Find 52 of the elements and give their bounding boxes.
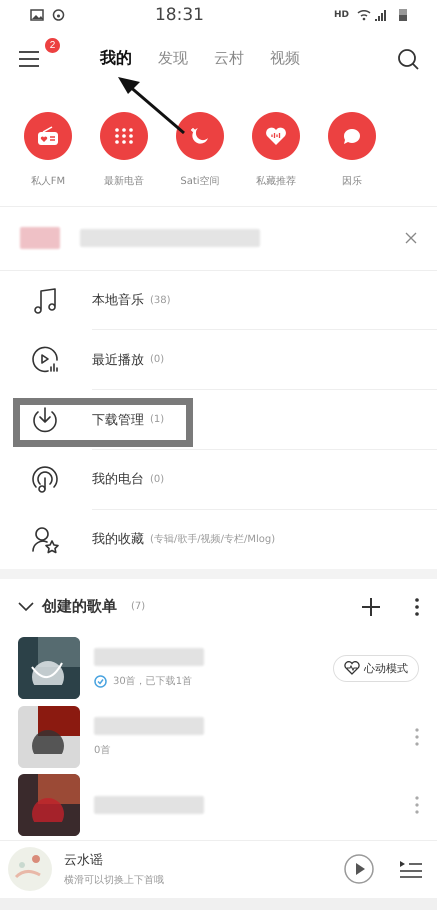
- menu-item-count: (38): [150, 294, 171, 306]
- blurred-image: [20, 227, 60, 250]
- radio-icon: [37, 126, 59, 146]
- menu-item-label[interactable]: 下载管理: [92, 410, 144, 429]
- shortcut-button[interactable]: [100, 112, 148, 160]
- shortcut-label: Sati空间: [180, 174, 220, 188]
- podcast-icon: [30, 464, 60, 495]
- annotation-arrow: [116, 75, 186, 135]
- nav-tab[interactable]: 发现: [158, 48, 188, 70]
- shortcut-label: 私人FM: [30, 175, 66, 188]
- menu-item-label[interactable]: 最近播放: [92, 350, 144, 369]
- menu-item-label[interactable]: 本地音乐: [92, 291, 144, 310]
- shortcut-button[interactable]: [24, 112, 72, 160]
- chevron-icon[interactable]: [18, 602, 34, 612]
- heartbeat-mode-button[interactable]: 心动模式: [333, 654, 419, 682]
- nav-tab[interactable]: 云村: [214, 48, 244, 70]
- notification-badge: 2: [45, 38, 60, 53]
- battery-icon: [399, 8, 407, 22]
- nav-tab[interactable]: 我的: [100, 48, 132, 70]
- app-logo-icon: [52, 8, 65, 22]
- shortcut-label: 最新电音: [104, 174, 144, 188]
- network-label: HD: [334, 10, 349, 20]
- more-icon[interactable]: [415, 598, 419, 616]
- playlist-icon[interactable]: [399, 859, 423, 880]
- menu-item-count: (0): [150, 354, 164, 366]
- menu-item-count: (0): [150, 474, 164, 485]
- menu-item-count: (专辑/歌手/视频/专栏/Mlog): [150, 532, 276, 546]
- shortcut-label: 因乐: [342, 174, 362, 188]
- add-icon[interactable]: [361, 596, 381, 617]
- shortcut-button[interactable]: [176, 112, 224, 160]
- song-title: 云水谣: [64, 852, 104, 870]
- section-count: (7): [131, 601, 146, 612]
- shortcut-button[interactable]: [252, 112, 300, 160]
- person-star-icon: [30, 524, 60, 554]
- play-button[interactable]: [343, 853, 375, 886]
- shortcut-label: 私藏推荐: [256, 174, 296, 188]
- section-title: 创建的歌单: [42, 597, 117, 616]
- song-hint: 横滑可以切换上下首哦: [64, 874, 165, 888]
- playlist-subtitle: 0首: [94, 744, 112, 757]
- shortcut-button[interactable]: [328, 112, 376, 160]
- playlist-subtitle: 30首，已下载1首: [94, 674, 319, 688]
- search-icon[interactable]: [397, 48, 419, 70]
- heartbeat-icon: [344, 661, 360, 676]
- heart-icon: [265, 126, 287, 146]
- menu-item-count: (1): [150, 414, 164, 426]
- nav-tab[interactable]: 视频: [270, 48, 300, 70]
- dot-grid-icon: [114, 128, 134, 144]
- gallery-icon: [30, 8, 44, 21]
- clock-time: 18:31: [154, 4, 205, 25]
- chat-icon: [342, 126, 362, 146]
- menu-item-label[interactable]: 我的电台: [92, 470, 144, 488]
- menu-item-label[interactable]: 我的收藏: [92, 530, 144, 548]
